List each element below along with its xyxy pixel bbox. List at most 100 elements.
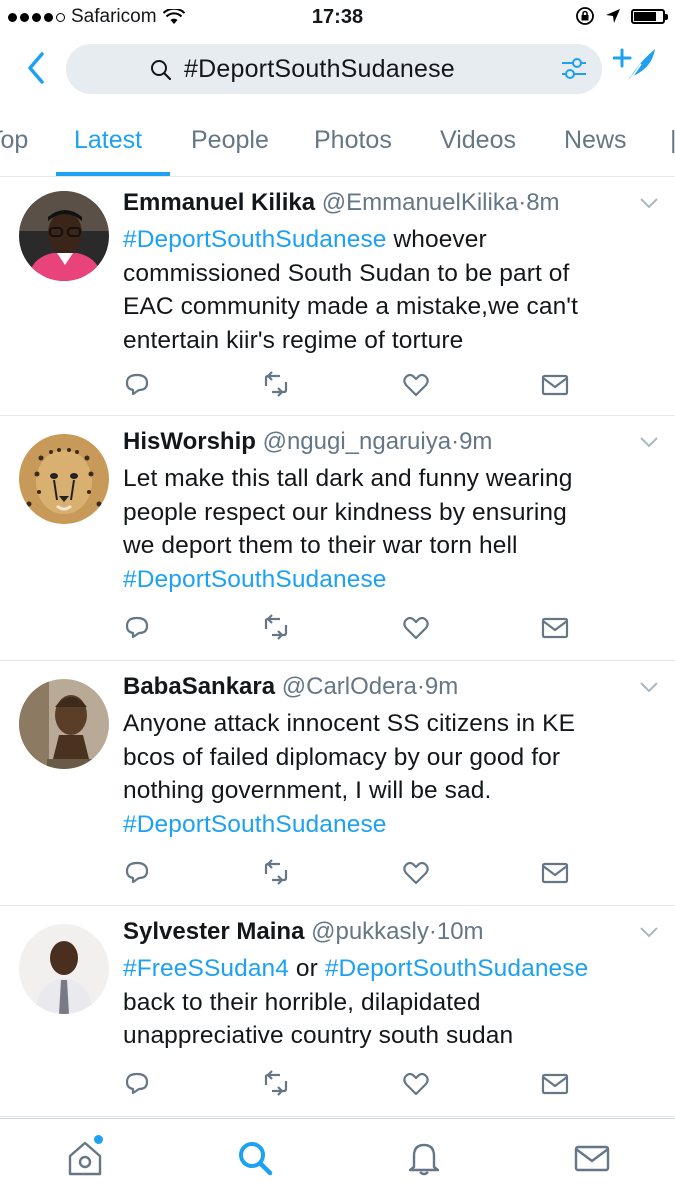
avatar[interactable] (19, 924, 109, 1014)
chevron-down-icon[interactable] (639, 436, 659, 448)
hashtag-link[interactable]: #FreeSSudan4 (123, 955, 289, 982)
filter-sliders-icon[interactable] (560, 56, 588, 82)
chevron-down-icon[interactable] (639, 197, 659, 209)
hashtag-link[interactable]: #DeportSouthSudanese (123, 226, 387, 253)
user-handle[interactable]: @pukkasly (311, 918, 429, 945)
tweet-text: Let make this tall dark and funny wearin… (123, 462, 663, 596)
retweet-icon[interactable] (262, 859, 290, 887)
direct-message-icon[interactable] (541, 859, 569, 887)
timestamp: 10m (436, 918, 484, 945)
retweet-icon[interactable] (262, 1070, 290, 1098)
text-segment: unappreciative country south sudan (123, 1022, 514, 1049)
like-heart-icon[interactable] (402, 859, 430, 887)
tweet-text-line: EAC community made a mistake,we can't (123, 290, 663, 324)
tweet-text-line: #FreeSSudan4 or #DeportSouthSudanese (123, 952, 663, 986)
tweet-text-line: people respect our kindness by ensuring (123, 496, 663, 530)
chevron-down-icon[interactable] (639, 681, 659, 693)
tweet-text-line: commissioned South Sudan to be part of (123, 257, 663, 291)
direct-message-icon[interactable] (541, 371, 569, 399)
like-heart-icon[interactable] (402, 1070, 430, 1098)
reply-icon[interactable] (124, 859, 152, 887)
tweet[interactable]: BabaSankara @CarlOdera·9m Anyone attack … (0, 661, 675, 906)
user-handle[interactable]: @ngugi_ngaruiya (263, 428, 452, 455)
text-segment: nothing government, I will be sad. (123, 777, 492, 804)
search-icon (151, 60, 172, 81)
avatar[interactable] (19, 434, 109, 524)
display-name[interactable]: BabaSankara (123, 673, 275, 700)
tab-more-partial[interactable]: | (670, 126, 675, 155)
like-heart-icon[interactable] (402, 614, 430, 642)
timestamp: 9m (459, 428, 493, 455)
separator: · (451, 428, 460, 455)
direct-message-icon[interactable] (541, 1070, 569, 1098)
separator: · (518, 189, 527, 216)
tweet-actions (0, 1068, 675, 1104)
tweet[interactable]: HisWorship @ngugi_ngaruiya·9m Let make t… (0, 416, 675, 661)
text-segment: EAC community made a mistake,we can't (123, 293, 578, 320)
compose-tweet-icon[interactable] (613, 46, 657, 86)
user-handle[interactable]: @EmmanuelKilika (322, 189, 518, 216)
search-tab-icon[interactable] (236, 1139, 274, 1177)
tab-latest[interactable]: Latest (74, 126, 142, 155)
tweet-header: HisWorship @ngugi_ngaruiya·9m (123, 428, 492, 456)
tweet-text-line: #DeportSouthSudanese (123, 808, 663, 842)
separator: · (428, 918, 437, 945)
text-segment: back to their horrible, dilapidated (123, 988, 481, 1016)
display-name[interactable]: Sylvester Maina (123, 918, 304, 945)
text-segment: Anyone attack innocent SS citizens in KE (123, 710, 576, 737)
tab-people[interactable]: People (191, 126, 269, 155)
tab-top[interactable]: Top (0, 126, 28, 155)
tweet-text: Anyone attack innocent SS citizens in KE… (123, 707, 663, 841)
display-name[interactable]: HisWorship (123, 428, 256, 455)
back-chevron-icon[interactable] (20, 48, 56, 88)
location-arrow-icon (606, 9, 620, 23)
home-notification-dot (94, 1135, 103, 1144)
reply-icon[interactable] (124, 1070, 152, 1098)
tweet-text-line: we deport them to their war torn hell (123, 529, 663, 563)
text-segment: entertain kiir's regime of torture (123, 326, 464, 354)
user-handle[interactable]: @CarlOdera (282, 673, 417, 700)
text-segment: we deport them to their war torn hell (123, 532, 518, 559)
tweet[interactable]: Emmanuel Kilika @EmmanuelKilika·8m #Depo… (0, 177, 675, 416)
text-segment: Let make this tall dark and funny wearin… (123, 465, 573, 492)
battery-icon (631, 8, 668, 24)
tweet-text: #DeportSouthSudanese whoever commissioned… (123, 223, 663, 357)
hashtag-link[interactable]: #DeportSouthSudanese (123, 566, 387, 593)
active-tab-indicator (56, 172, 170, 176)
tab-news[interactable]: News (564, 126, 627, 155)
tweet-text-line: #DeportSouthSudanese whoever (123, 223, 663, 257)
retweet-icon[interactable] (262, 371, 290, 399)
text-segment: or (289, 955, 325, 982)
search-query: #DeportSouthSudanese (184, 55, 455, 83)
tweet-text-line: unappreciative country south sudan (123, 1019, 663, 1053)
avatar[interactable] (19, 679, 109, 769)
search-header: #DeportSouthSudanese (0, 36, 675, 102)
reply-icon[interactable] (124, 614, 152, 642)
messages-envelope-icon[interactable] (573, 1139, 611, 1177)
notifications-bell-icon[interactable] (405, 1139, 443, 1177)
direct-message-icon[interactable] (541, 614, 569, 642)
hashtag-link[interactable]: #DeportSouthSudanese (123, 811, 387, 838)
tweet-actions (0, 612, 675, 648)
clock: 17:38 (311, 6, 364, 28)
tweet-text-line: nothing government, I will be sad. (123, 774, 663, 808)
retweet-icon[interactable] (262, 614, 290, 642)
like-heart-icon[interactable] (402, 371, 430, 399)
bottom-tab-bar (0, 1118, 675, 1201)
tweet-text: #FreeSSudan4 or #DeportSouthSudanese back… (123, 952, 663, 1053)
home-icon[interactable] (66, 1139, 104, 1177)
search-tabs: Top Latest People Photos Videos News | (0, 102, 675, 177)
tab-videos[interactable]: Videos (440, 126, 516, 155)
hashtag-link[interactable]: #DeportSouthSudanese (325, 955, 589, 982)
separator: · (416, 673, 425, 700)
tweet-text-line: bcos of failed diplomacy by our good for (123, 741, 663, 775)
tweet-text-line: back to their horrible, dilapidated (123, 986, 663, 1020)
search-input[interactable]: #DeportSouthSudanese (66, 44, 602, 94)
chevron-down-icon[interactable] (639, 926, 659, 938)
display-name[interactable]: Emmanuel Kilika (123, 189, 315, 216)
reply-icon[interactable] (124, 371, 152, 399)
tab-photos[interactable]: Photos (314, 126, 392, 155)
avatar[interactable] (19, 191, 109, 281)
tweet[interactable]: Sylvester Maina @pukkasly·10m #FreeSSuda… (0, 906, 675, 1117)
tweet-text-line: Anyone attack innocent SS citizens in KE (123, 707, 663, 741)
